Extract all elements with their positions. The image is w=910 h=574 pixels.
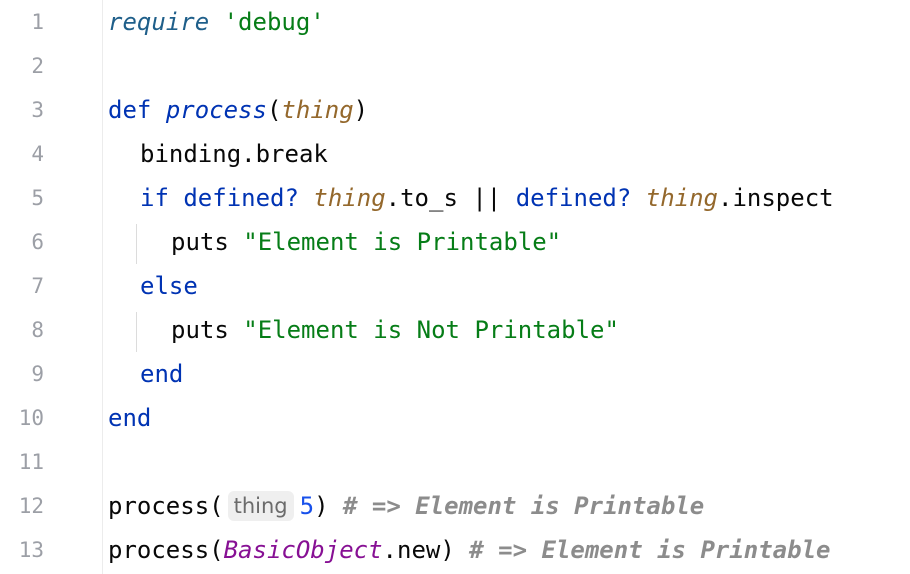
code-text: def process(thing) (108, 96, 369, 124)
code-text: puts "Element is Printable" (171, 228, 562, 256)
token-string: "Element is Printable" (243, 228, 562, 256)
line-number: 1 (31, 10, 44, 34)
token-constant: BasicObject (223, 536, 383, 564)
line-number: 5 (31, 186, 44, 210)
line-number: 6 (31, 230, 44, 254)
code-text: process(thing 5) # => Element is Printabl… (108, 491, 705, 521)
token-comment: # => Element is Printable (342, 492, 705, 520)
line-number: 10 (18, 406, 44, 430)
code-line-3[interactable]: 3 def process(thing) (0, 88, 910, 132)
token-keyword: end (140, 360, 184, 388)
token-keyword: defined? (183, 184, 299, 212)
code-text: puts "Element is Not Printable" (171, 316, 619, 344)
code-line-10[interactable]: 10 end (0, 396, 910, 440)
code-text: require 'debug' (108, 7, 325, 37)
token-number: 5 (299, 492, 315, 520)
line-number: 3 (31, 98, 44, 122)
code-line-9[interactable]: 9 end (0, 352, 910, 396)
code-line-5[interactable]: 5 if defined? thing.to_s || defined? thi… (0, 176, 910, 220)
line-number: 13 (18, 538, 44, 562)
token-function-name: process (165, 96, 267, 124)
code-line-6[interactable]: 6 puts "Element is Printable" (0, 220, 910, 264)
line-number: 8 (31, 318, 44, 342)
code-text: binding.break (140, 140, 328, 168)
token-string: 'debug' (223, 8, 325, 36)
line-number: 4 (31, 142, 44, 166)
code-line-11[interactable]: 11 (0, 440, 910, 484)
token-keyword: def (108, 96, 152, 124)
token-parameter: thing (645, 184, 718, 212)
code-line-4[interactable]: 4 binding.break (0, 132, 910, 176)
token-parameter: thing (313, 184, 386, 212)
line-number: 2 (31, 54, 44, 78)
parameter-hint: thing (227, 491, 294, 521)
token-keyword: defined? (515, 184, 632, 212)
token-keyword: if (140, 184, 169, 212)
token-keyword: else (140, 272, 198, 300)
line-number: 11 (18, 450, 44, 474)
token-string: "Element is Not Printable" (243, 316, 619, 344)
code-line-1[interactable]: 1 require 'debug' (0, 0, 910, 44)
code-line-12[interactable]: 12 process(thing 5) # => Element is Print… (0, 484, 910, 528)
code-text: process(BasicObject.new) # => Element is… (108, 536, 831, 564)
code-editor[interactable]: 1 require 'debug' 2 3 def process(thing)… (0, 0, 910, 574)
line-number: 7 (31, 274, 44, 298)
token-comment: # => Element is Printable (469, 536, 831, 564)
code-line-7[interactable]: 7 else (0, 264, 910, 308)
code-line-8[interactable]: 8 puts "Element is Not Printable" (0, 308, 910, 352)
code-text: if defined? thing.to_s || defined? thing… (140, 184, 834, 212)
token-keyword: end (108, 404, 152, 432)
line-number: 9 (31, 362, 44, 386)
line-number: 12 (18, 494, 44, 518)
code-line-2[interactable]: 2 (0, 44, 910, 88)
token-parameter: thing (281, 96, 354, 124)
token-keyword: require (108, 8, 210, 36)
code-line-13[interactable]: 13 process(BasicObject.new) # => Element… (0, 528, 910, 572)
